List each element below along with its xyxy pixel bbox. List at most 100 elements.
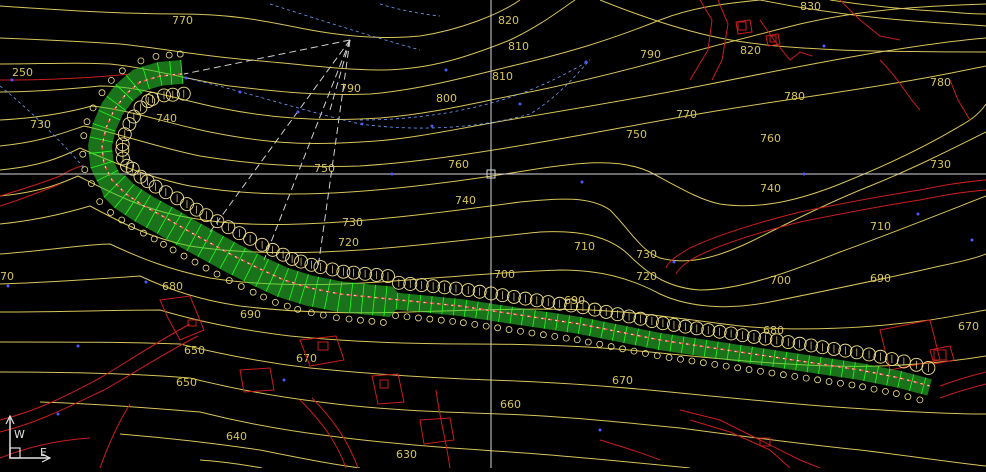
alignment-edge-line[interactable] <box>101 73 931 387</box>
survey-point <box>580 180 584 184</box>
offset-marker <box>319 311 327 319</box>
alignment-centerline[interactable] <box>101 73 931 387</box>
offset-marker <box>870 385 878 393</box>
contour-label: 710 <box>574 240 595 253</box>
offset-marker <box>482 322 490 330</box>
survey-point <box>802 172 806 176</box>
contour-label: 720 <box>338 236 359 249</box>
contour-label: 720 <box>636 270 657 283</box>
contour-label: 630 <box>396 448 417 461</box>
contour-label: 830 <box>800 0 821 13</box>
offset-marker <box>768 369 776 377</box>
road-alignment-corridor[interactable] <box>79 50 936 404</box>
survey-point <box>598 428 602 432</box>
contour-label: 690 <box>240 308 261 321</box>
contour-label: 70 <box>0 270 14 283</box>
offset-marker <box>80 132 88 140</box>
offset-marker <box>307 309 315 317</box>
topographic-map[interactable]: 770 820 810 810 800 790 790 780 820 830 … <box>0 0 986 469</box>
offset-marker <box>81 166 89 174</box>
offset-marker <box>802 374 810 382</box>
offset-marker <box>180 252 188 260</box>
cad-drawing-viewport[interactable]: 770 820 810 810 800 790 790 780 820 830 … <box>0 0 986 469</box>
offset-marker <box>202 264 210 272</box>
offset-marker <box>848 381 856 389</box>
contour-label: 790 <box>640 48 661 61</box>
offset-marker <box>791 372 799 380</box>
contour-label: 730 <box>930 158 951 171</box>
offset-marker <box>213 270 221 278</box>
offset-marker <box>437 316 445 324</box>
offset-marker <box>619 345 626 353</box>
contour-label: 820 <box>740 44 761 57</box>
offset-marker <box>379 319 387 326</box>
offset-marker <box>392 312 399 320</box>
offset-marker <box>137 57 145 65</box>
offset-marker <box>426 315 434 323</box>
survey-point <box>672 260 676 264</box>
survey-point <box>296 110 300 114</box>
survey-point <box>10 78 14 82</box>
offset-marker <box>584 338 592 346</box>
offset-marker <box>260 293 267 301</box>
survey-point <box>282 378 286 382</box>
cut-fill-area <box>88 60 932 396</box>
contour-label: 740 <box>760 182 781 195</box>
offset-marker <box>96 198 104 206</box>
offset-marker <box>665 354 673 361</box>
survey-point <box>184 76 188 80</box>
offset-marker <box>333 314 340 322</box>
offset-marker <box>859 383 866 391</box>
survey-point <box>6 284 10 288</box>
offset-marker <box>150 235 158 243</box>
offset-marker <box>79 150 87 158</box>
offset-marker <box>449 317 457 325</box>
contour-label: 670 <box>612 374 633 387</box>
contour-label: 760 <box>448 158 469 171</box>
contour-label: 650 <box>176 376 197 389</box>
contour-label: 780 <box>784 90 805 103</box>
offset-marker <box>892 390 900 397</box>
offset-marker <box>837 379 844 387</box>
survey-point <box>56 412 60 416</box>
contour-label: 660 <box>500 398 521 411</box>
offset-marker <box>904 393 912 401</box>
offset-marker <box>596 340 604 348</box>
survey-point <box>144 280 148 284</box>
offset-marker <box>345 315 353 323</box>
offset-marker <box>757 367 764 375</box>
ucs-x-label: E <box>40 446 47 459</box>
contour-label: 250 <box>12 66 33 79</box>
contour-label: 750 <box>314 162 335 175</box>
offset-marker <box>459 319 467 327</box>
offset-marker <box>825 378 833 385</box>
contour-label: 690 <box>870 272 891 285</box>
contour-label: 730 <box>342 216 363 229</box>
survey-point <box>444 68 448 72</box>
survey-point <box>970 238 974 242</box>
offset-marker <box>471 320 479 328</box>
offset-marker <box>415 314 422 322</box>
survey-point <box>822 44 826 48</box>
offset-marker <box>118 67 126 75</box>
offset-marker <box>169 246 177 254</box>
contour-label: 680 <box>162 280 183 293</box>
contour-label: 710 <box>870 220 891 233</box>
contour-label: 700 <box>770 274 791 287</box>
offset-marker <box>517 327 524 335</box>
offset-marker <box>283 302 291 310</box>
offset-marker <box>722 362 730 370</box>
contour-label: 810 <box>508 40 529 53</box>
offset-marker <box>107 76 115 84</box>
ucs-y-label: W <box>14 428 25 441</box>
contour-label: 760 <box>760 132 781 145</box>
ucs-icon: W E <box>5 414 52 463</box>
survey-point <box>430 124 434 128</box>
offset-marker <box>237 283 245 290</box>
offset-marker <box>403 313 411 321</box>
offset-marker <box>494 324 502 332</box>
contour-label: 810 <box>492 70 513 83</box>
survey-point <box>916 212 920 216</box>
contour-label: 740 <box>455 194 476 207</box>
offset-marker <box>779 371 787 379</box>
